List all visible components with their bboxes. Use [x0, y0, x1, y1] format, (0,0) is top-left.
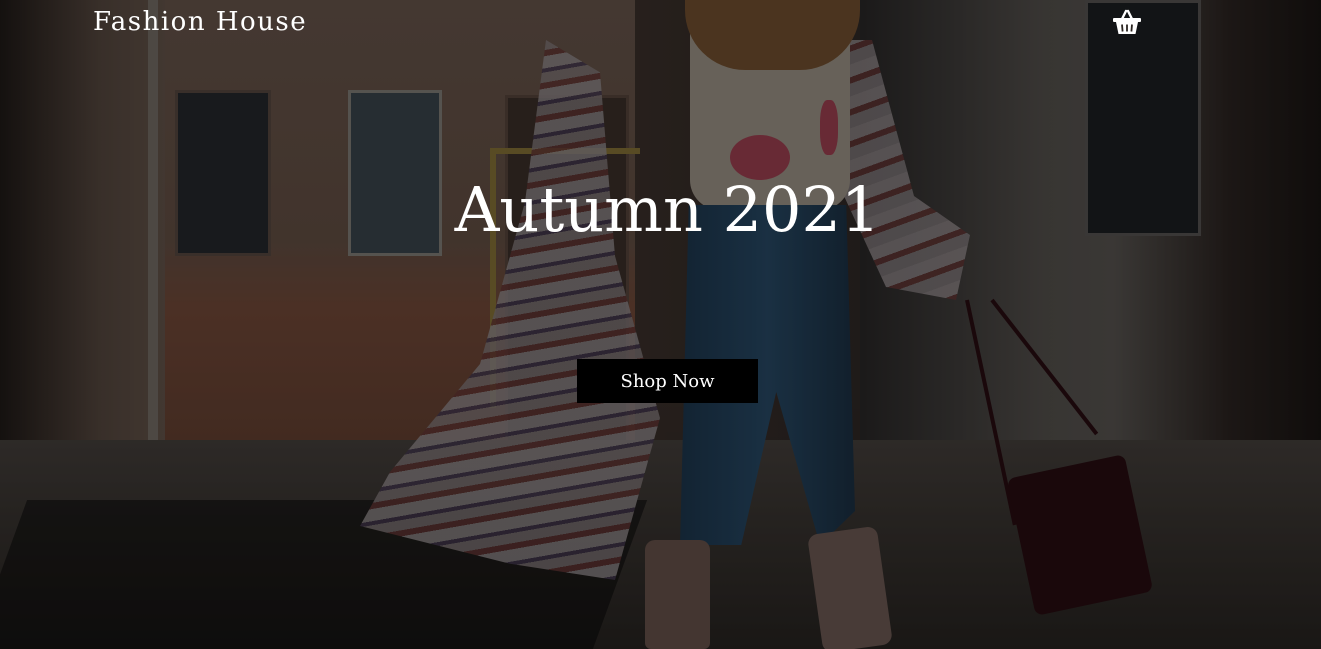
shop-now-button[interactable]: Shop Now — [577, 359, 758, 403]
hero-section — [0, 0, 1321, 649]
hero-title: Autumn 2021 — [454, 173, 881, 246]
brand-logo-link[interactable]: Fashion House — [93, 7, 307, 37]
basket-icon[interactable] — [1112, 8, 1142, 36]
hero-overlay — [0, 0, 1321, 649]
